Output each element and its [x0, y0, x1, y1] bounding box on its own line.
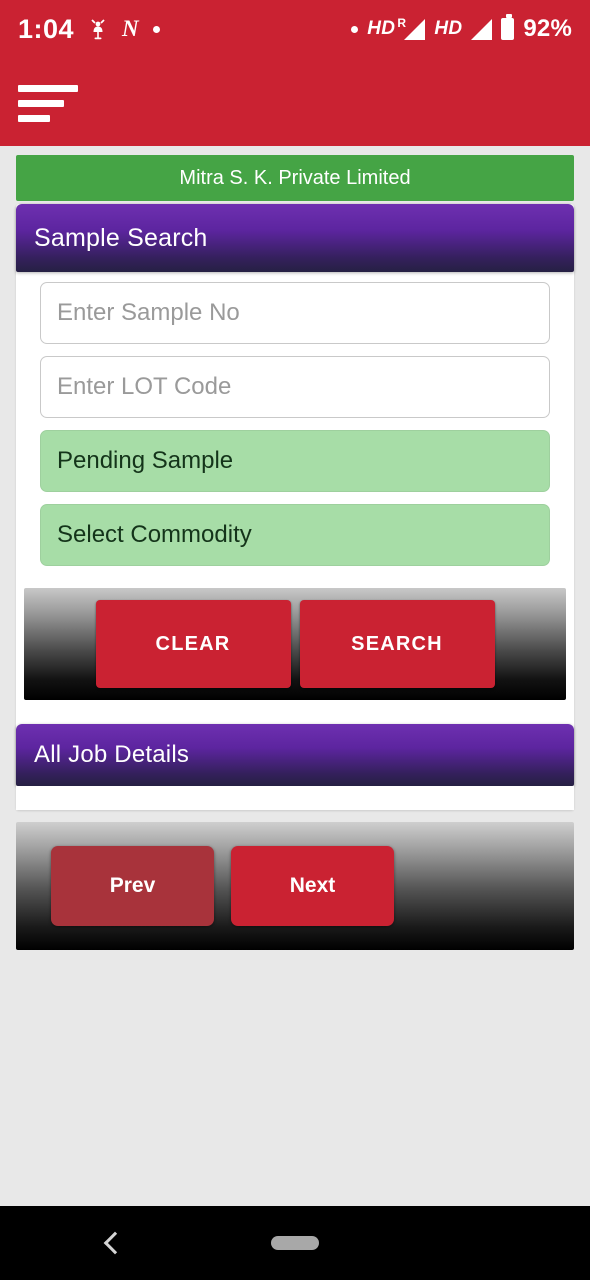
signal-triangle-2: [471, 18, 493, 40]
status-bar-left: 1:04 N: [18, 14, 160, 45]
signal-icon-1: R: [397, 16, 426, 40]
page-content: Mitra S. K. Private Limited Sample Searc…: [0, 146, 590, 1206]
hamburger-menu-icon[interactable]: [18, 84, 80, 122]
prev-button[interactable]: Prev: [51, 846, 214, 926]
job-details-empty-area: [16, 786, 574, 810]
all-job-details-header: All Job Details: [16, 724, 574, 786]
home-pill-icon[interactable]: [271, 1236, 319, 1250]
page-title: Sample Search: [34, 223, 208, 252]
app-bar: [0, 58, 590, 146]
pagination-bar: Prev Next: [16, 822, 574, 950]
system-nav-bar: [0, 1206, 590, 1280]
hamburger-line-2: [18, 99, 64, 107]
search-action-bar: CLEAR SEARCH: [24, 588, 566, 700]
lot-code-input[interactable]: [40, 356, 550, 418]
signal-triangle-1: [404, 18, 426, 40]
hamburger-line-3: [18, 114, 50, 122]
signal-icon-2: [471, 18, 493, 40]
pending-sample-value: Pending Sample: [57, 447, 234, 474]
status-bar-right: HD R HD 92%: [351, 14, 572, 43]
status-dot-icon-right: [351, 25, 359, 33]
scooter-icon: [88, 17, 108, 41]
hd-label-2: HD: [434, 18, 463, 39]
pending-sample-select[interactable]: Pending Sample: [40, 430, 550, 492]
status-bar: 1:04 N HD R HD 92%: [0, 0, 590, 58]
back-chevron-icon[interactable]: [98, 1226, 132, 1260]
status-clock: 1:04: [18, 13, 75, 44]
field-spacer-1: [40, 344, 550, 356]
sample-search-card: Sample Search Pending Sample Select Comm…: [16, 204, 574, 784]
roaming-label: R: [397, 15, 406, 30]
search-button[interactable]: SEARCH: [299, 600, 495, 688]
sample-search-header: Sample Search: [16, 204, 574, 272]
sample-no-input[interactable]: [40, 282, 550, 344]
all-job-details-title: All Job Details: [34, 741, 190, 768]
next-button[interactable]: Next: [231, 846, 394, 926]
hd-label-1: HD: [367, 18, 396, 39]
field-spacer-2: [40, 418, 550, 430]
nfc-n-icon: N: [122, 16, 139, 41]
company-banner: Mitra S. K. Private Limited: [16, 155, 574, 201]
field-spacer-3: [40, 492, 550, 504]
phone-screen: 1:04 N HD R HD 92% Mitra S. K. Private L…: [0, 0, 590, 1280]
status-dot-icon-left: [152, 25, 160, 33]
sample-search-fields: Pending Sample Select Commodity: [16, 272, 574, 566]
clear-button[interactable]: CLEAR: [95, 600, 291, 688]
company-name: Mitra S. K. Private Limited: [179, 166, 411, 189]
all-job-details-card: All Job Details: [16, 724, 574, 810]
battery-icon: [501, 14, 515, 40]
hamburger-line-1: [18, 84, 78, 92]
battery-percent-label: 92%: [523, 15, 572, 42]
commodity-select[interactable]: Select Commodity: [40, 504, 550, 566]
commodity-value: Select Commodity: [57, 521, 252, 548]
